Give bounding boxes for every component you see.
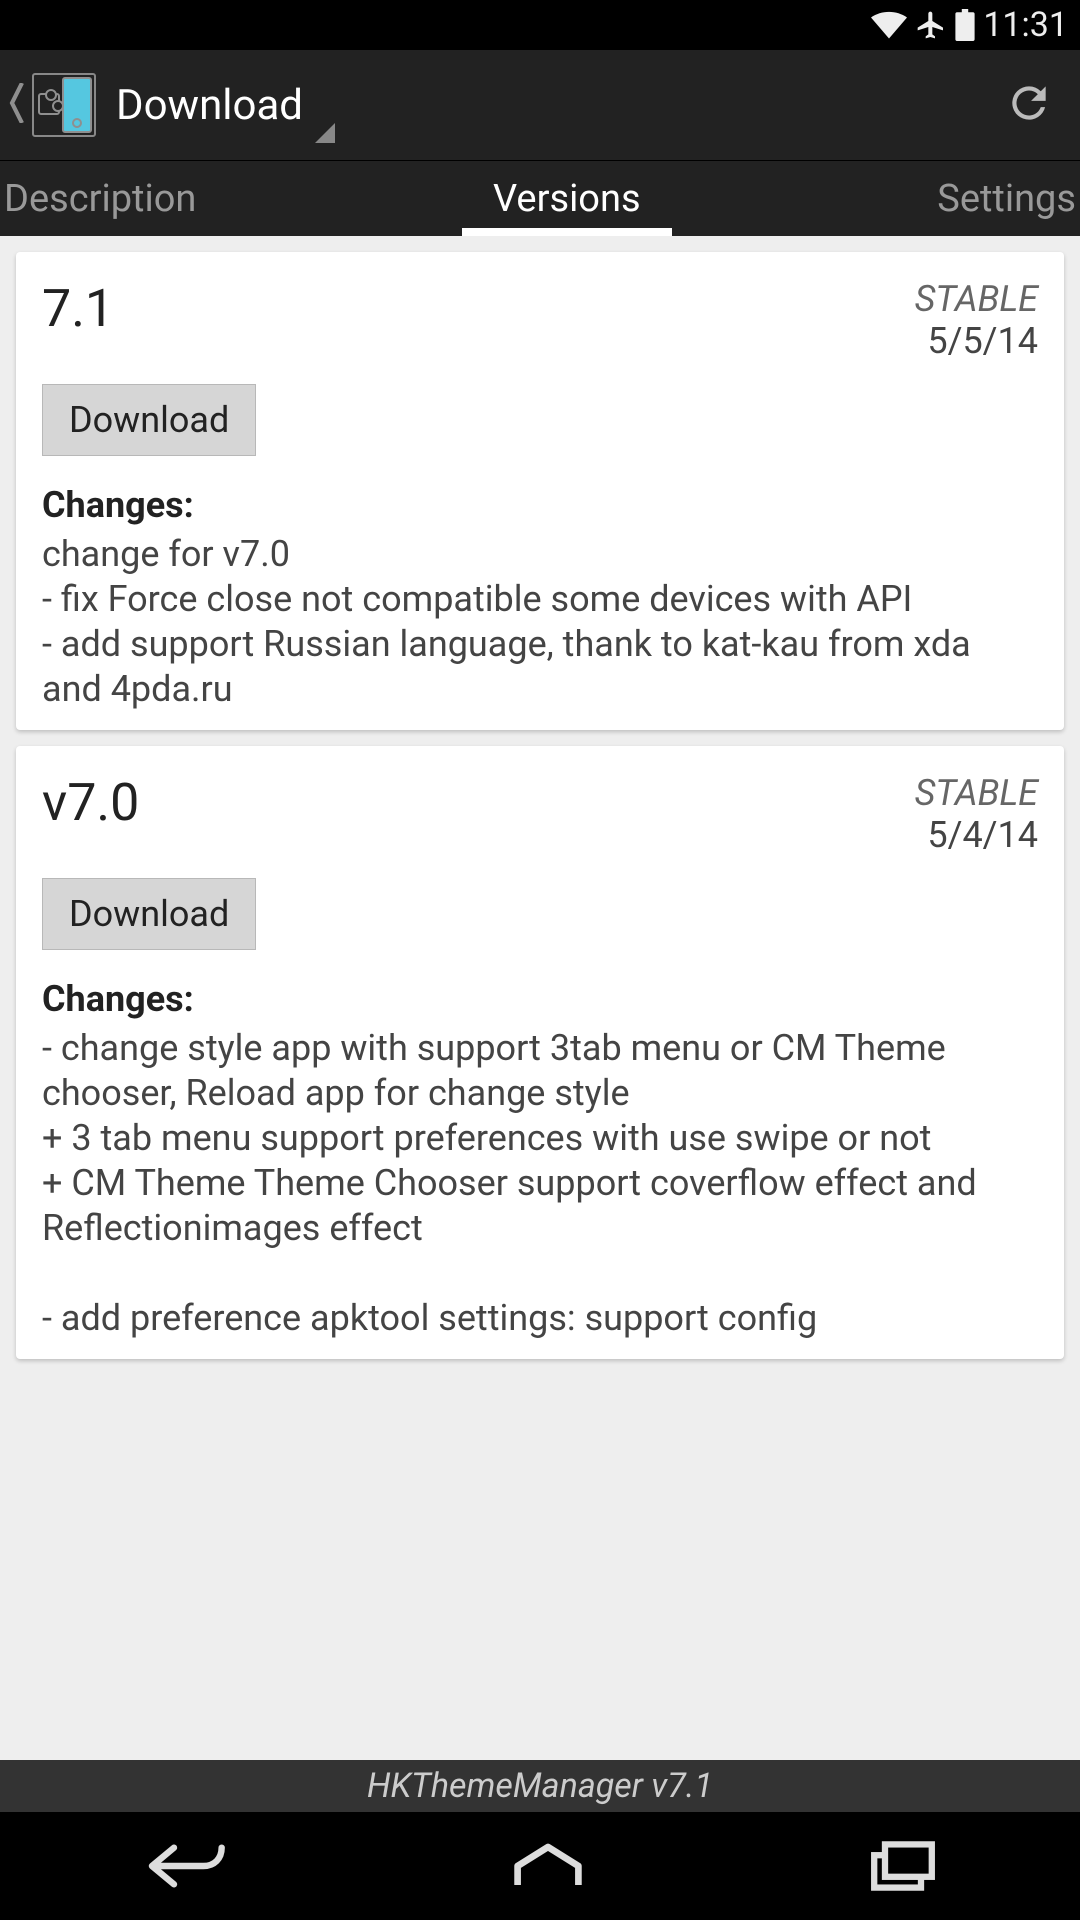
refresh-button[interactable] — [994, 68, 1064, 142]
navigation-bar — [0, 1812, 1080, 1920]
spinner-triangle-icon — [315, 123, 335, 143]
tab-settings[interactable]: Settings — [739, 161, 1080, 236]
tab-bar: Description Versions Settings — [0, 160, 1080, 236]
action-bar: Download — [0, 50, 1080, 160]
download-button[interactable]: Download — [42, 384, 256, 456]
version-stability: STABLE — [915, 772, 1038, 814]
back-caret-icon — [8, 83, 26, 127]
version-meta: STABLE 5/4/14 — [915, 772, 1038, 856]
version-date: 5/5/14 — [915, 320, 1038, 362]
nav-back-button[interactable] — [111, 1828, 259, 1904]
tab-active-indicator — [462, 228, 672, 236]
tab-label: Versions — [493, 177, 641, 221]
download-button[interactable]: Download — [42, 878, 256, 950]
action-bar-home[interactable]: Download — [8, 73, 994, 137]
tab-label: Settings — [937, 177, 1076, 221]
tab-description[interactable]: Description — [0, 161, 394, 236]
airplane-mode-icon — [915, 9, 947, 41]
status-time: 11:31 — [983, 5, 1068, 45]
version-meta: STABLE 5/5/14 — [915, 278, 1038, 362]
status-bar: 11:31 — [0, 0, 1080, 50]
version-name: 7.1 — [42, 278, 114, 339]
version-name: v7.0 — [42, 772, 139, 833]
xposed-app-icon — [32, 73, 96, 137]
tab-versions[interactable]: Versions — [394, 161, 739, 236]
version-card: v7.0 STABLE 5/4/14 Download Changes: - c… — [16, 746, 1064, 1359]
version-date: 5/4/14 — [915, 814, 1038, 856]
version-card-header: v7.0 STABLE 5/4/14 — [42, 772, 1038, 856]
versions-list[interactable]: 7.1 STABLE 5/5/14 Download Changes: chan… — [0, 236, 1080, 1760]
nav-home-button[interactable] — [480, 1828, 616, 1904]
version-card: 7.1 STABLE 5/5/14 Download Changes: chan… — [16, 252, 1064, 730]
changes-label: Changes: — [42, 978, 1038, 1020]
version-stability: STABLE — [915, 278, 1038, 320]
action-bar-title: Download — [116, 81, 303, 130]
nav-recent-button[interactable] — [837, 1828, 969, 1904]
battery-icon — [955, 9, 975, 41]
changes-body: - change style app with support 3tab men… — [42, 1026, 1038, 1341]
version-card-header: 7.1 STABLE 5/5/14 — [42, 278, 1038, 362]
tab-label: Description — [4, 177, 196, 221]
wifi-icon — [871, 10, 907, 40]
changes-label: Changes: — [42, 484, 1038, 526]
changes-body: change for v7.0 - fix Force close not co… — [42, 532, 1038, 712]
footer-app-label: HKThemeManager v7.1 — [0, 1760, 1080, 1812]
action-bar-spinner[interactable]: Download — [116, 81, 335, 130]
